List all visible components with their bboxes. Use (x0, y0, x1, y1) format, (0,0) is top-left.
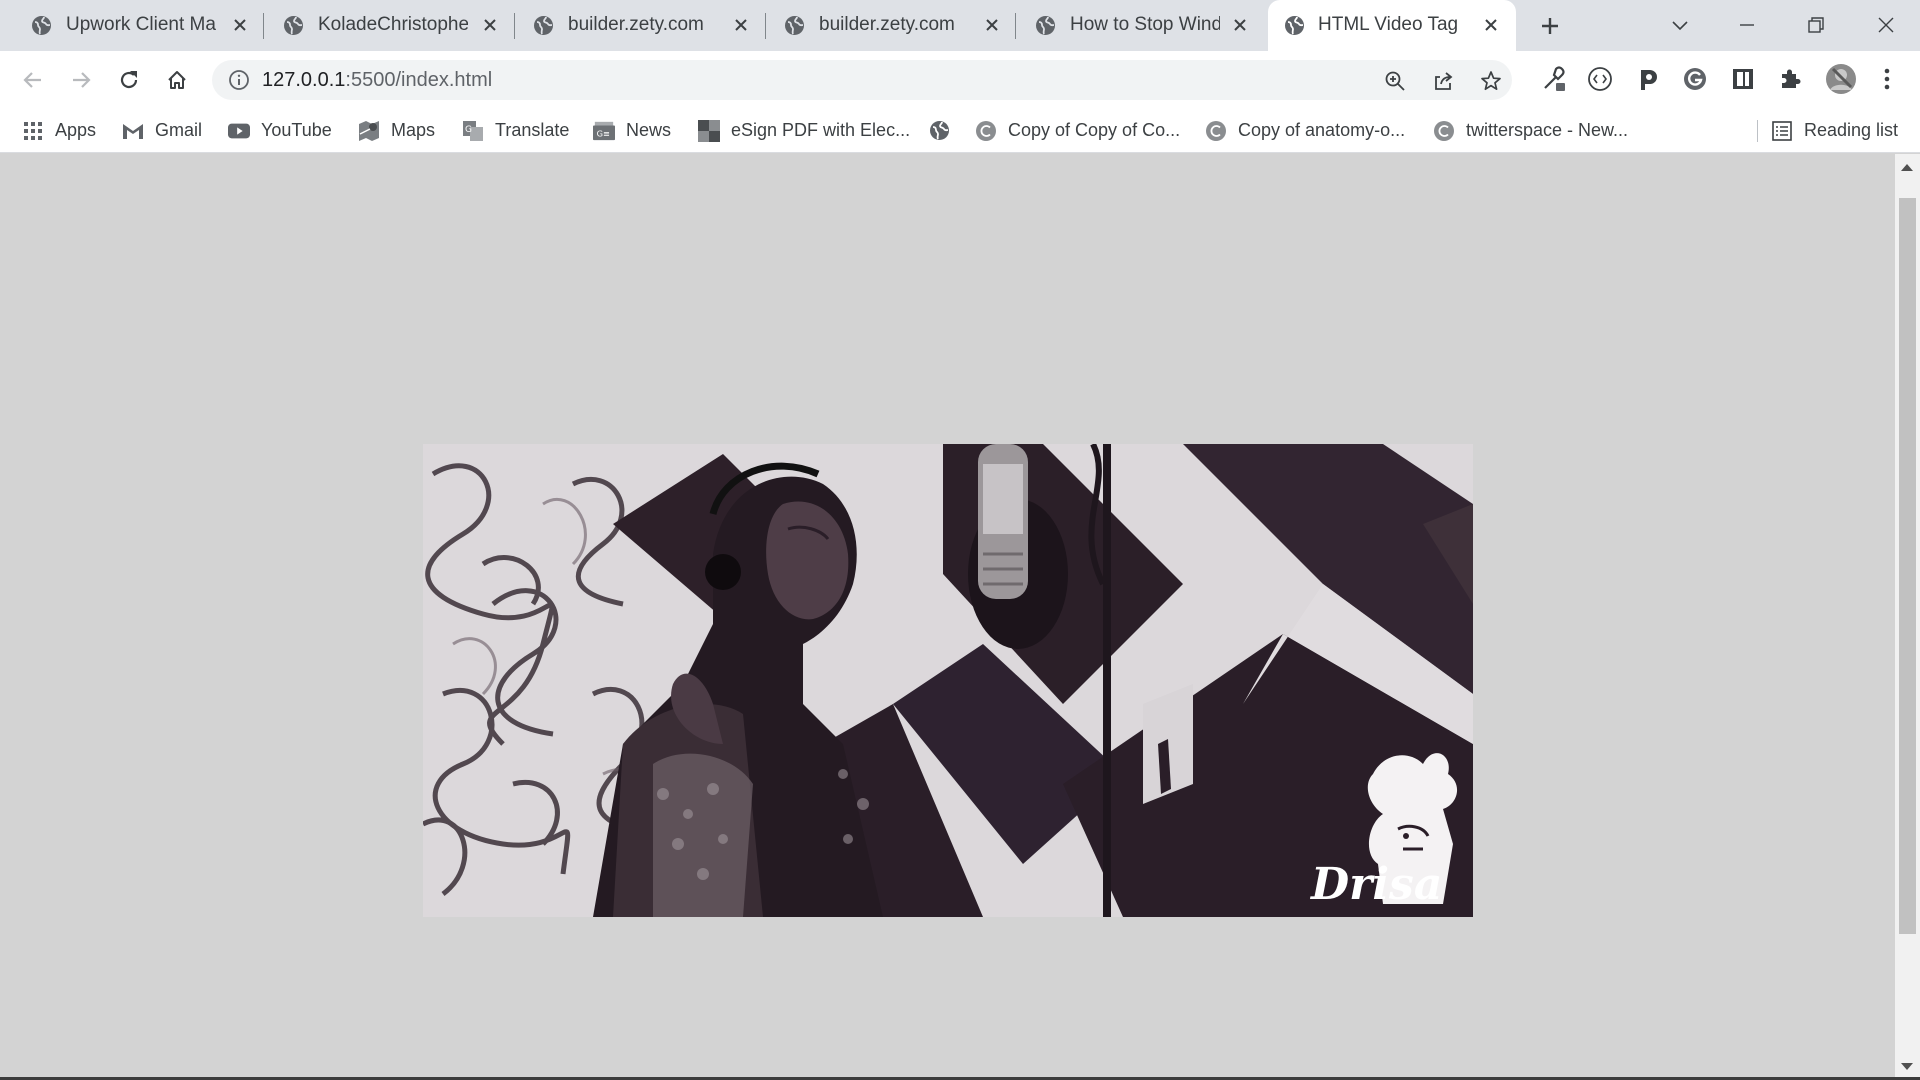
svg-text:G: G (465, 125, 472, 135)
bookmark-apps[interactable]: Apps (22, 108, 96, 153)
gmail-icon (122, 120, 144, 142)
bookmark-label: eSign PDF with Elec... (731, 120, 911, 140)
globe-icon (1284, 15, 1305, 36)
bookmark-globe[interactable] (928, 108, 961, 153)
new-tab-button[interactable] (1536, 12, 1564, 40)
bookmark-copy-of-anatomy[interactable]: Copy of anatomy-o... (1205, 108, 1405, 153)
bookmark-label: Maps (391, 120, 436, 140)
tab-kolade[interactable]: KoladeChristopher_ (252, 0, 514, 51)
reload-icon[interactable] (114, 65, 144, 95)
browser-toolbar: 127.0.0.1:5500/index.html (0, 51, 1920, 108)
grammarly-extension-icon[interactable] (1680, 64, 1710, 94)
translate-icon: G (462, 120, 484, 142)
extensions-puzzle-icon[interactable] (1775, 64, 1805, 94)
bookmark-twitterspace[interactable]: twitterspace - New... (1433, 108, 1628, 153)
scrollbar-thumb[interactable] (1899, 198, 1916, 934)
bookmarks-bar: Apps Gmail YouTube Maps G Translate G≡ N… (0, 108, 1920, 153)
reading-list-label: Reading list (1804, 120, 1899, 140)
canva-icon (975, 120, 997, 142)
bookmark-label: Translate (495, 120, 570, 140)
home-icon[interactable] (162, 65, 192, 95)
tab-strip: Upwork Client Mag KoladeChristopher_ bui… (0, 0, 1920, 51)
canva-icon (1433, 120, 1455, 142)
maps-icon (358, 120, 380, 142)
apps-grid-icon (22, 120, 44, 142)
reading-list-button[interactable]: Reading list (1771, 108, 1898, 153)
close-icon[interactable] (980, 13, 1004, 37)
bookmark-label: YouTube (261, 120, 332, 140)
code-extension-icon[interactable] (1585, 64, 1615, 94)
restore-icon[interactable] (1796, 8, 1836, 42)
bookmark-maps[interactable]: Maps (358, 108, 435, 153)
tab-builder-zety-2[interactable]: builder.zety.com (753, 0, 1015, 51)
bookmark-label: Copy of anatomy-o... (1238, 120, 1406, 140)
svg-text:G≡: G≡ (597, 128, 610, 138)
bookmark-news[interactable]: G≡ News (593, 108, 671, 153)
globe-icon (283, 15, 304, 36)
globe-icon (1035, 15, 1056, 36)
bookmark-label: Apps (55, 120, 97, 140)
close-icon[interactable] (1228, 13, 1252, 37)
profile-avatar[interactable] (1824, 62, 1858, 96)
tab-title: How to Stop Windo (1070, 14, 1220, 35)
vertical-scrollbar[interactable] (1895, 154, 1920, 1078)
bookmark-star-icon[interactable] (1478, 68, 1504, 94)
reading-list-icon (1771, 120, 1793, 142)
tab-title: Upwork Client Mag (66, 14, 216, 35)
globe-icon (31, 15, 52, 36)
tab-upwork[interactable]: Upwork Client Mag (0, 0, 262, 51)
bookmark-label: twitterspace - New... (1466, 120, 1629, 140)
minimize-icon[interactable] (1727, 8, 1767, 42)
share-icon[interactable] (1430, 68, 1456, 94)
bookmark-translate[interactable]: G Translate (462, 108, 569, 153)
close-icon[interactable] (1479, 13, 1503, 37)
tab-title: HTML Video Tag (1318, 14, 1459, 35)
bookmark-gmail[interactable]: Gmail (122, 108, 202, 153)
tab-html-video-tag[interactable]: HTML Video Tag (1268, 0, 1516, 51)
tab-title: KoladeChristopher_ (318, 14, 468, 35)
bookmark-label: News (626, 120, 672, 140)
bookmark-label: Gmail (155, 120, 203, 140)
close-icon[interactable] (478, 13, 502, 37)
zoom-icon[interactable] (1382, 68, 1408, 94)
close-icon[interactable] (228, 13, 252, 37)
scroll-up-arrow-icon[interactable] (1901, 164, 1913, 171)
close-window-icon[interactable] (1866, 8, 1906, 42)
bookmark-label: Copy of Copy of Co... (1008, 120, 1181, 140)
globe-icon (533, 15, 554, 36)
tab-stop-windows[interactable]: How to Stop Windo (1004, 0, 1266, 51)
url-path: :5500/index.html (345, 69, 493, 91)
tab-search-chevron-icon[interactable] (1660, 8, 1700, 42)
menu-kebab-icon[interactable] (1872, 64, 1902, 94)
site-info-icon[interactable] (228, 69, 250, 91)
back-arrow-icon[interactable] (18, 65, 48, 95)
video-watermark: Drisa (1309, 859, 1442, 910)
page-viewport: Drisa (0, 154, 1895, 1078)
url-host: 127.0.0.1 (262, 69, 346, 91)
globe-icon (784, 15, 805, 36)
video-player[interactable]: Drisa (423, 444, 1473, 917)
reader-extension-icon[interactable] (1728, 64, 1758, 94)
video-frame: Drisa (423, 444, 1473, 917)
canva-icon (1205, 120, 1227, 142)
bookmark-youtube[interactable]: YouTube (228, 108, 332, 153)
globe-icon (928, 120, 950, 142)
bookmarks-separator (1757, 120, 1758, 142)
tab-title: builder.zety.com (819, 14, 955, 35)
esign-icon (698, 119, 720, 142)
address-bar[interactable]: 127.0.0.1:5500/index.html (212, 60, 1512, 100)
youtube-icon (228, 120, 250, 142)
bookmark-copy-of-copy[interactable]: Copy of Copy of Co... (975, 108, 1180, 153)
pinterest-extension-icon[interactable] (1633, 64, 1663, 94)
tab-title: builder.zety.com (568, 14, 704, 35)
forward-arrow-icon[interactable] (66, 65, 96, 95)
bookmark-esign[interactable]: eSign PDF with Elec... (698, 108, 910, 153)
scroll-down-arrow-icon[interactable] (1901, 1063, 1913, 1070)
news-icon: G≡ (593, 120, 615, 142)
close-icon[interactable] (729, 13, 753, 37)
url-text: 127.0.0.1:5500/index.html (262, 69, 492, 92)
tab-builder-zety-1[interactable]: builder.zety.com (502, 0, 764, 51)
eyedropper-extension-icon[interactable] (1539, 64, 1569, 94)
